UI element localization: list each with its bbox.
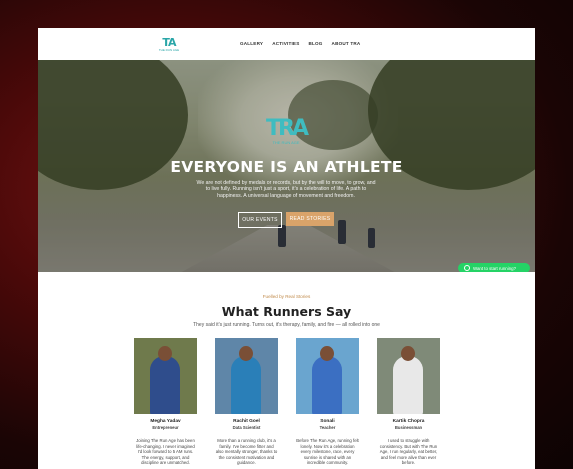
logo-subtext: THE RUN AGE	[158, 48, 180, 52]
section-title: What Runners Say	[221, 304, 352, 319]
runner-head	[401, 346, 415, 361]
testimonial-card: Sonali Teacher Before The Run Age, runni…	[296, 338, 359, 466]
main-menu: GALLERY ACTIVITIES BLOG ABOUT TRA	[240, 41, 360, 46]
runner-figure	[150, 356, 180, 414]
runner-head	[239, 346, 253, 361]
section-subtitle: They said it's just running. Turns out, …	[193, 322, 380, 328]
testimonial-card: Rachit Goel Data Scientist More than a r…	[215, 338, 278, 466]
runner-role: Data Scientist	[232, 425, 261, 430]
section-kicker: Fuelled by Real Stories	[262, 294, 311, 299]
whatsapp-icon	[464, 265, 470, 271]
testimonial-card: Kartik Chopra Businessman I used to stru…	[377, 338, 440, 466]
runner-quote: Before The Run Age, running felt lonely.…	[296, 438, 359, 466]
runner-head	[320, 346, 334, 361]
runner-name: Rachit Goel	[233, 419, 260, 424]
nav-activities[interactable]: ACTIVITIES	[272, 41, 299, 46]
runner-head	[158, 346, 172, 361]
nav-about[interactable]: ABOUT TRA	[332, 41, 361, 46]
runner-quote: I used to struggle with consistency. But…	[379, 438, 438, 466]
browser-frame: TA THE RUN AGE GALLERY ACTIVITIES BLOG A…	[38, 28, 535, 469]
runner-photo	[296, 338, 359, 414]
runner-role: Businessman	[394, 425, 423, 430]
runner-photo	[134, 338, 197, 414]
runner-figure	[312, 356, 342, 414]
runner-role: Teacher	[319, 425, 336, 430]
runner-photo	[377, 338, 440, 414]
nav-gallery[interactable]: GALLERY	[240, 41, 263, 46]
hero-section: TRA THE RUN AGE EVERYONE IS AN ATHLETE W…	[38, 60, 535, 272]
runner-role: Entrepreneur	[152, 425, 179, 430]
runner-figure	[231, 356, 261, 414]
nav-blog[interactable]: BLOG	[308, 41, 322, 46]
testimonial-cards: Megha Yadav Entrepreneur Joining The Run…	[134, 338, 440, 466]
site-logo[interactable]: TA THE RUN AGE	[158, 36, 180, 53]
hero-logo: TRA THE RUN AGE	[266, 116, 309, 146]
runner-name: Megha Yadav	[150, 419, 181, 424]
whatsapp-chat-button[interactable]: Want to start running?	[458, 263, 530, 272]
runner-figure	[393, 356, 423, 414]
hero-logo-mark: TRA	[266, 116, 309, 141]
runner-name: Kartik Chopra	[392, 419, 425, 424]
navbar: TA THE RUN AGE GALLERY ACTIVITIES BLOG A…	[38, 28, 535, 60]
our-events-button[interactable]: OUR EVENTS	[238, 212, 282, 228]
testimonial-card: Megha Yadav Entrepreneur Joining The Run…	[134, 338, 197, 466]
hero-title: EVERYONE IS AN ATHLETE	[170, 158, 403, 176]
read-stories-button[interactable]: READ STORIES	[286, 212, 334, 226]
runner-quote: More than a running club, it's a family.…	[215, 438, 278, 466]
runner-name: Sonali	[320, 419, 335, 424]
whatsapp-label: Want to start running?	[473, 265, 517, 271]
runner-quote: Joining The Run Age has been life-changi…	[136, 438, 195, 466]
hero-description: We are not defined by medals or records,…	[196, 180, 376, 199]
logo-mark: TA	[162, 36, 176, 49]
runner-photo	[215, 338, 278, 414]
